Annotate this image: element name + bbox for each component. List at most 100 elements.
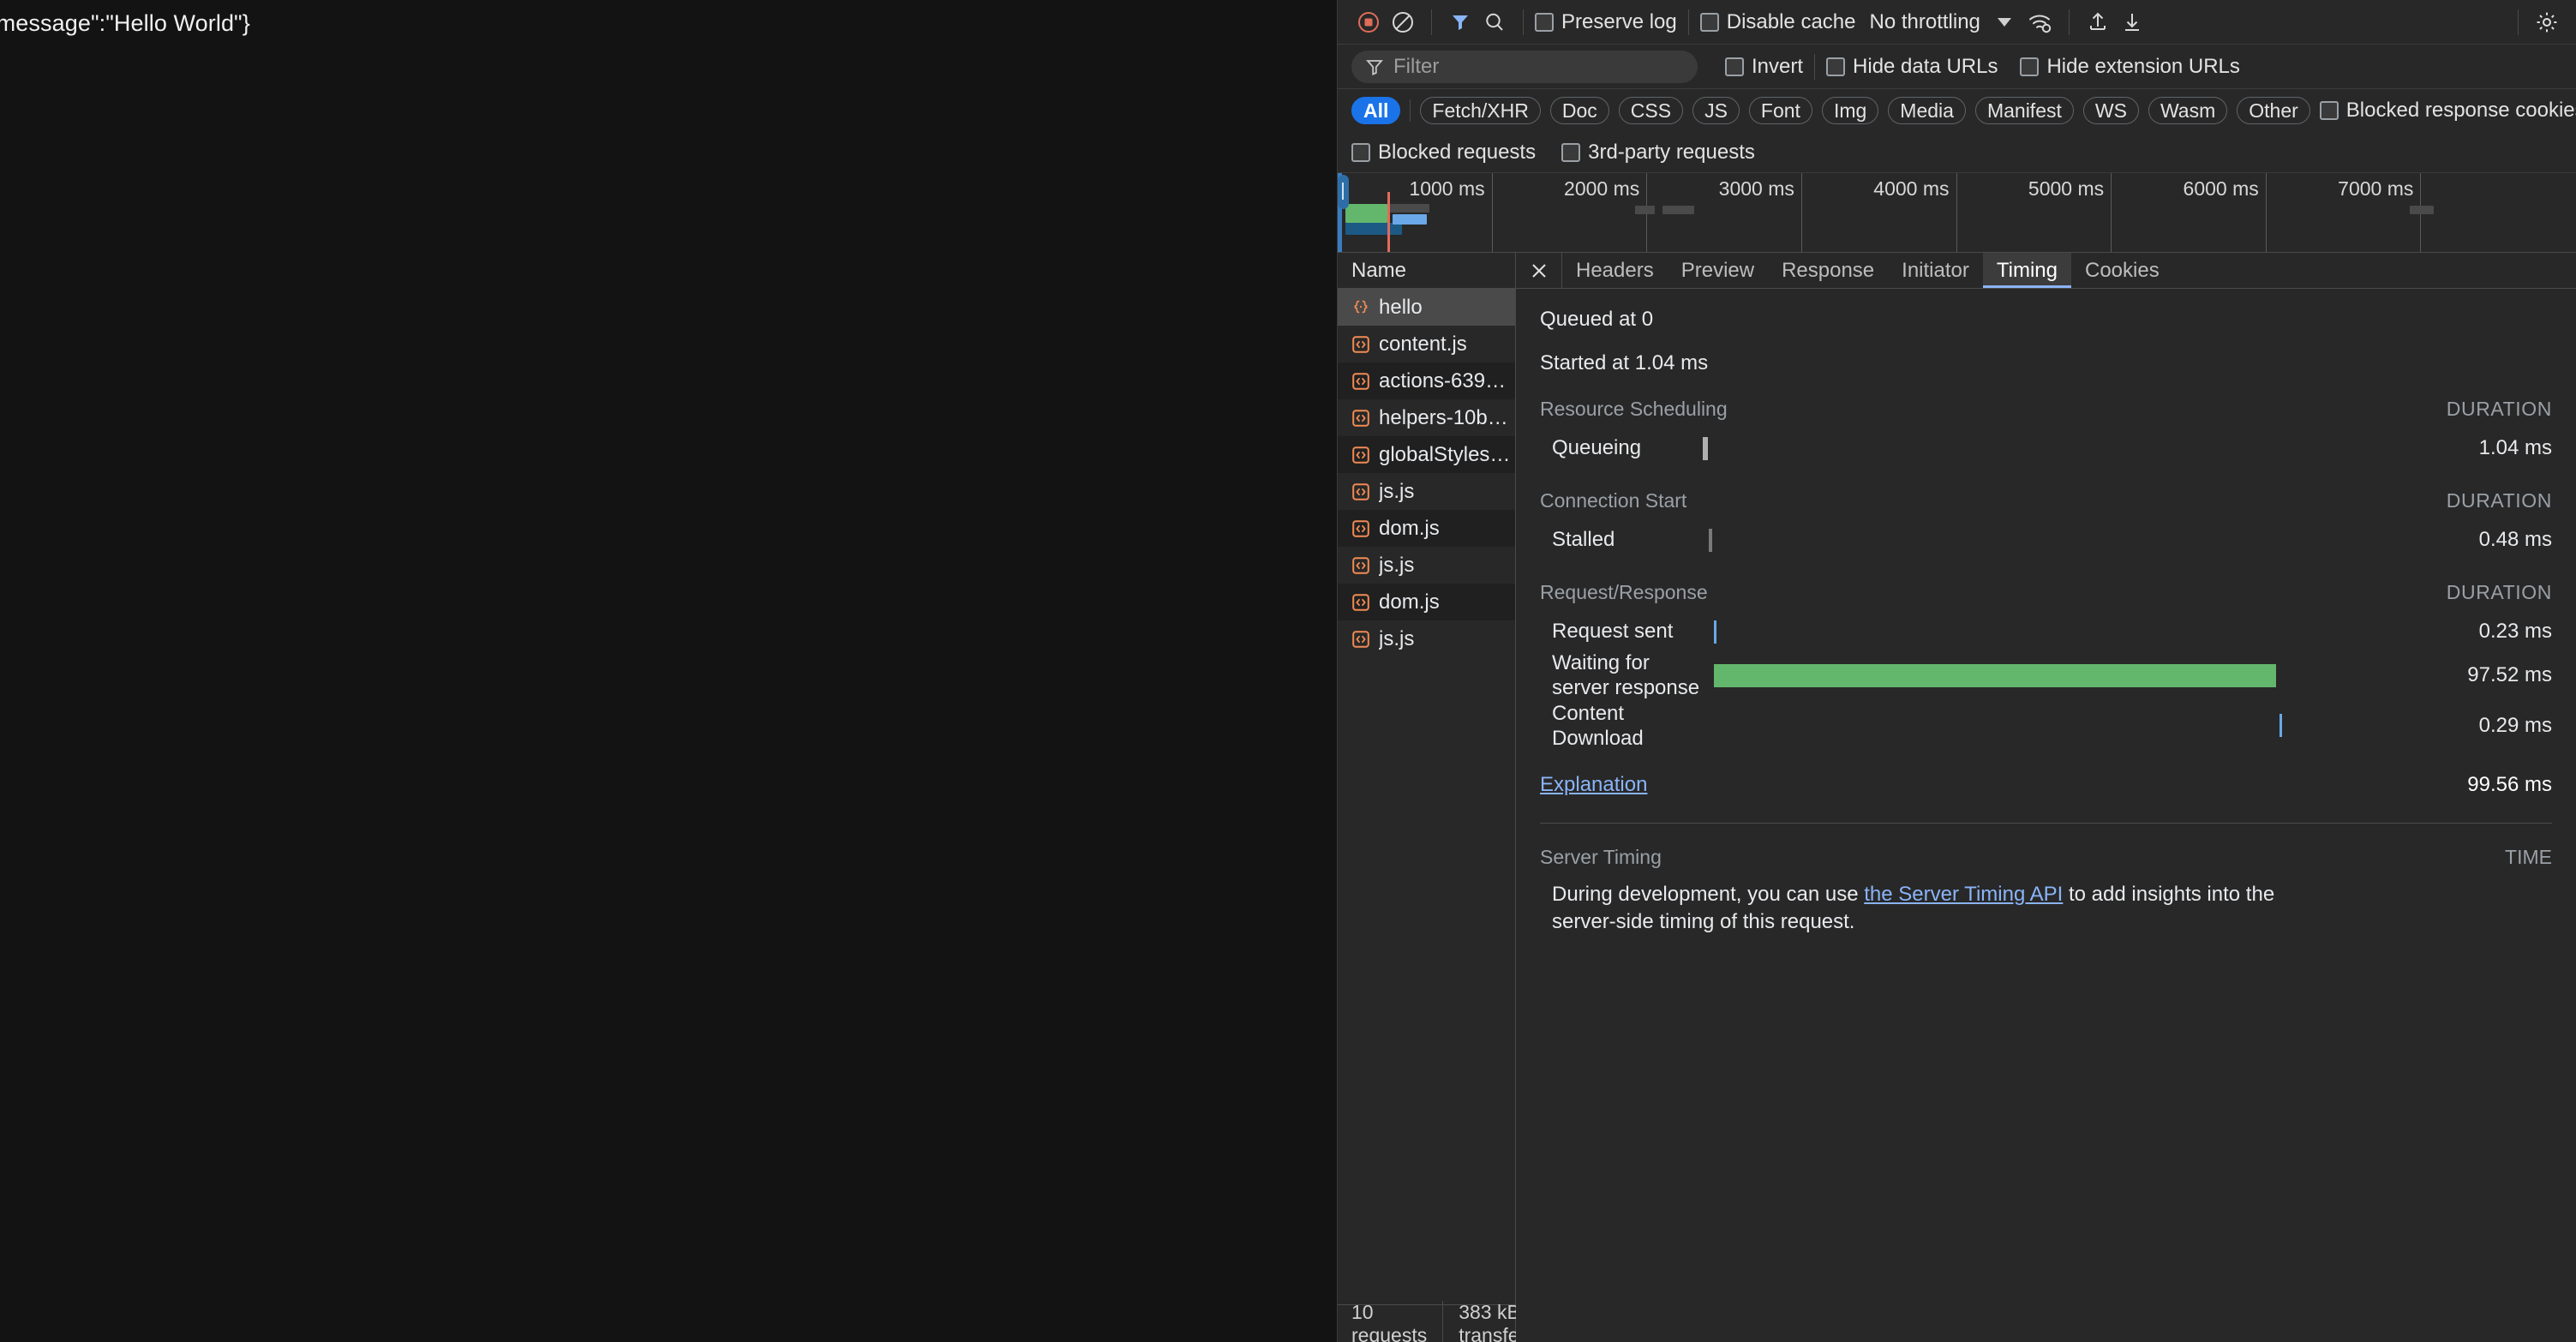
blocked-requests-box[interactable]	[1351, 142, 1370, 162]
blocked-filters-toolbar: Blocked requests 3rd-party requests	[1338, 132, 2576, 173]
download-arrow-icon[interactable]	[2115, 5, 2149, 39]
request-list[interactable]: hello content.js actions-639cd34d.js helper…	[1338, 289, 1515, 1304]
upload-arrow-icon[interactable]	[2081, 5, 2115, 39]
hide-extension-urls-checkbox[interactable]: Hide extension URLs	[2020, 55, 2240, 79]
tab-initiator[interactable]: Initiator	[1888, 253, 1983, 288]
timing-phase-bar	[1714, 663, 2277, 687]
request-row[interactable]: helpers-10be1fb3.js	[1338, 399, 1515, 436]
preserve-log-checkbox[interactable]: Preserve log	[1535, 10, 1677, 34]
chip-font[interactable]: Font	[1748, 97, 1812, 124]
chevron-down-icon[interactable]	[1997, 17, 2011, 27]
tab-preview[interactable]: Preview	[1668, 253, 1768, 288]
timing-bar-area	[1703, 714, 2423, 738]
overview-tick: 5000 ms	[1957, 173, 2112, 252]
request-name: dom.js	[1379, 590, 1440, 614]
filter-placeholder-text: Filter	[1393, 54, 1440, 78]
overview-request-bar	[1345, 204, 1387, 223]
timing-phase-label: Content Download	[1552, 701, 1644, 750]
timing-duration-header: DURATION	[2446, 489, 2552, 512]
hide-data-urls-checkbox[interactable]: Hide data URLs	[1826, 55, 1998, 79]
search-magnifier-icon[interactable]	[1477, 5, 1512, 39]
request-name: content.js	[1379, 332, 1467, 356]
gear-settings-icon[interactable]	[2530, 5, 2564, 39]
invert-box[interactable]	[1725, 57, 1744, 76]
chip-css[interactable]: CSS	[1618, 97, 1684, 124]
hide-extension-urls-box[interactable]	[2020, 57, 2040, 76]
chip-other[interactable]: Other	[2237, 97, 2310, 124]
blocked-requests-checkbox[interactable]: Blocked requests	[1351, 141, 1536, 165]
overview-selection-handle[interactable]	[1338, 175, 1349, 209]
blocked-response-cookies-box[interactable]	[2319, 101, 2339, 120]
overview-tick-label: 1000 ms	[1409, 177, 1485, 200]
network-toolbar: Preserve log Disable cache No throttling	[1338, 0, 2576, 45]
timing-phase-value: 0.48 ms	[2478, 528, 2552, 551]
timing-phase-label: Waiting for server response	[1552, 651, 1700, 700]
overview-request-bar	[1392, 214, 1428, 225]
request-name: js.js	[1379, 479, 1415, 503]
request-row[interactable]: js.js	[1338, 620, 1515, 657]
request-row[interactable]: hello	[1338, 289, 1515, 326]
request-row[interactable]: content.js	[1338, 326, 1515, 362]
blocked-response-cookies-checkbox[interactable]: Blocked response cookies	[2319, 99, 2576, 123]
explanation-link[interactable]: Explanation	[1540, 773, 1647, 797]
timing-phase-row: Content Download 0.29 ms	[1540, 701, 2552, 752]
request-row[interactable]: dom.js	[1338, 584, 1515, 620]
close-x-icon[interactable]	[1516, 253, 1562, 288]
record-stop-icon[interactable]	[1351, 5, 1386, 39]
page-json-response-text: "message":"Hello World"}	[0, 10, 250, 36]
tab-timing[interactable]: Timing	[1982, 253, 2072, 288]
chip-media[interactable]: Media	[1888, 97, 1966, 124]
invert-checkbox[interactable]: Invert	[1725, 55, 1803, 79]
clear-no-entry-icon[interactable]	[1386, 5, 1420, 39]
chip-js[interactable]: JS	[1692, 97, 1740, 124]
explanation-row: Explanation 99.56 ms	[1540, 773, 2552, 797]
timing-phase-sections: Resource Scheduling DURATION Queueing 1.04 …	[1540, 398, 2552, 751]
request-row[interactable]: js.js	[1338, 473, 1515, 510]
timing-bar-area	[1703, 620, 2423, 644]
timing-section-title: Connection Start	[1540, 489, 1687, 512]
overview-request-bar	[2410, 206, 2434, 214]
timing-bar-area	[1703, 528, 2423, 552]
timing-phase-value: 0.29 ms	[2478, 713, 2552, 737]
tab-cookies[interactable]: Cookies	[2071, 253, 2173, 288]
disable-cache-label: Disable cache	[1726, 9, 1856, 33]
tab-response[interactable]: Response	[1768, 253, 1888, 288]
chip-all[interactable]: All	[1351, 97, 1401, 124]
request-row[interactable]: js.js	[1338, 547, 1515, 584]
chip-manifest[interactable]: Manifest	[1974, 97, 2074, 124]
total-duration-value: 99.56 ms	[2467, 773, 2552, 797]
filter-input[interactable]: Filter	[1351, 50, 1698, 83]
timing-tab-content: Queued at 0 Started at 1.04 ms Resource …	[1516, 289, 2576, 1342]
timing-section-title: Resource Scheduling	[1540, 398, 1728, 420]
toolbar-divider	[1687, 9, 1689, 35]
funnel-filter-icon[interactable]	[1443, 5, 1477, 39]
third-party-requests-checkbox[interactable]: 3rd-party requests	[1561, 141, 1755, 165]
server-timing-api-link[interactable]: the Server Timing API	[1864, 883, 2063, 906]
request-name-column-header[interactable]: Name	[1338, 253, 1515, 289]
chip-fetch-xhr[interactable]: Fetch/XHR	[1420, 97, 1541, 124]
throttling-dropdown[interactable]: No throttling	[1869, 10, 2011, 34]
network-overview-timeline[interactable]: 1000 ms 2000 ms 3000 ms 4000 ms 5000 ms 6000 …	[1338, 173, 2576, 253]
timing-phase-value: 1.04 ms	[2478, 436, 2552, 459]
resource-type-filters: All Fetch/XHR Doc CSS JS Font Img Media …	[1338, 89, 2576, 132]
overview-tick: 6000 ms	[2112, 173, 2267, 252]
disable-cache-box[interactable]	[1699, 12, 1719, 32]
request-row[interactable]: globalStyles-22fbf6ab.js	[1338, 436, 1515, 473]
request-row[interactable]: dom.js	[1338, 510, 1515, 547]
disable-cache-checkbox[interactable]: Disable cache	[1699, 9, 1856, 34]
filter-toolbar: Filter Invert Hide data URLs Hide extens…	[1338, 45, 2576, 89]
chip-img[interactable]: Img	[1821, 97, 1879, 124]
toolbar-divider	[2068, 9, 2070, 35]
third-party-requests-box[interactable]	[1561, 142, 1581, 162]
request-row[interactable]: actions-639cd34d.js	[1338, 362, 1515, 399]
wifi-settings-icon[interactable]	[2023, 5, 2058, 39]
preserve-log-box[interactable]	[1535, 12, 1554, 32]
overview-tick: 4000 ms	[1802, 173, 1957, 252]
chip-wasm[interactable]: Wasm	[2148, 97, 2228, 124]
chip-doc[interactable]: Doc	[1549, 97, 1609, 124]
hide-data-urls-box[interactable]	[1826, 57, 1846, 76]
request-name: actions-639cd34d.js	[1379, 368, 1515, 392]
chip-ws[interactable]: WS	[2082, 97, 2139, 124]
invert-label: Invert	[1752, 54, 1804, 78]
tab-headers[interactable]: Headers	[1562, 253, 1668, 288]
